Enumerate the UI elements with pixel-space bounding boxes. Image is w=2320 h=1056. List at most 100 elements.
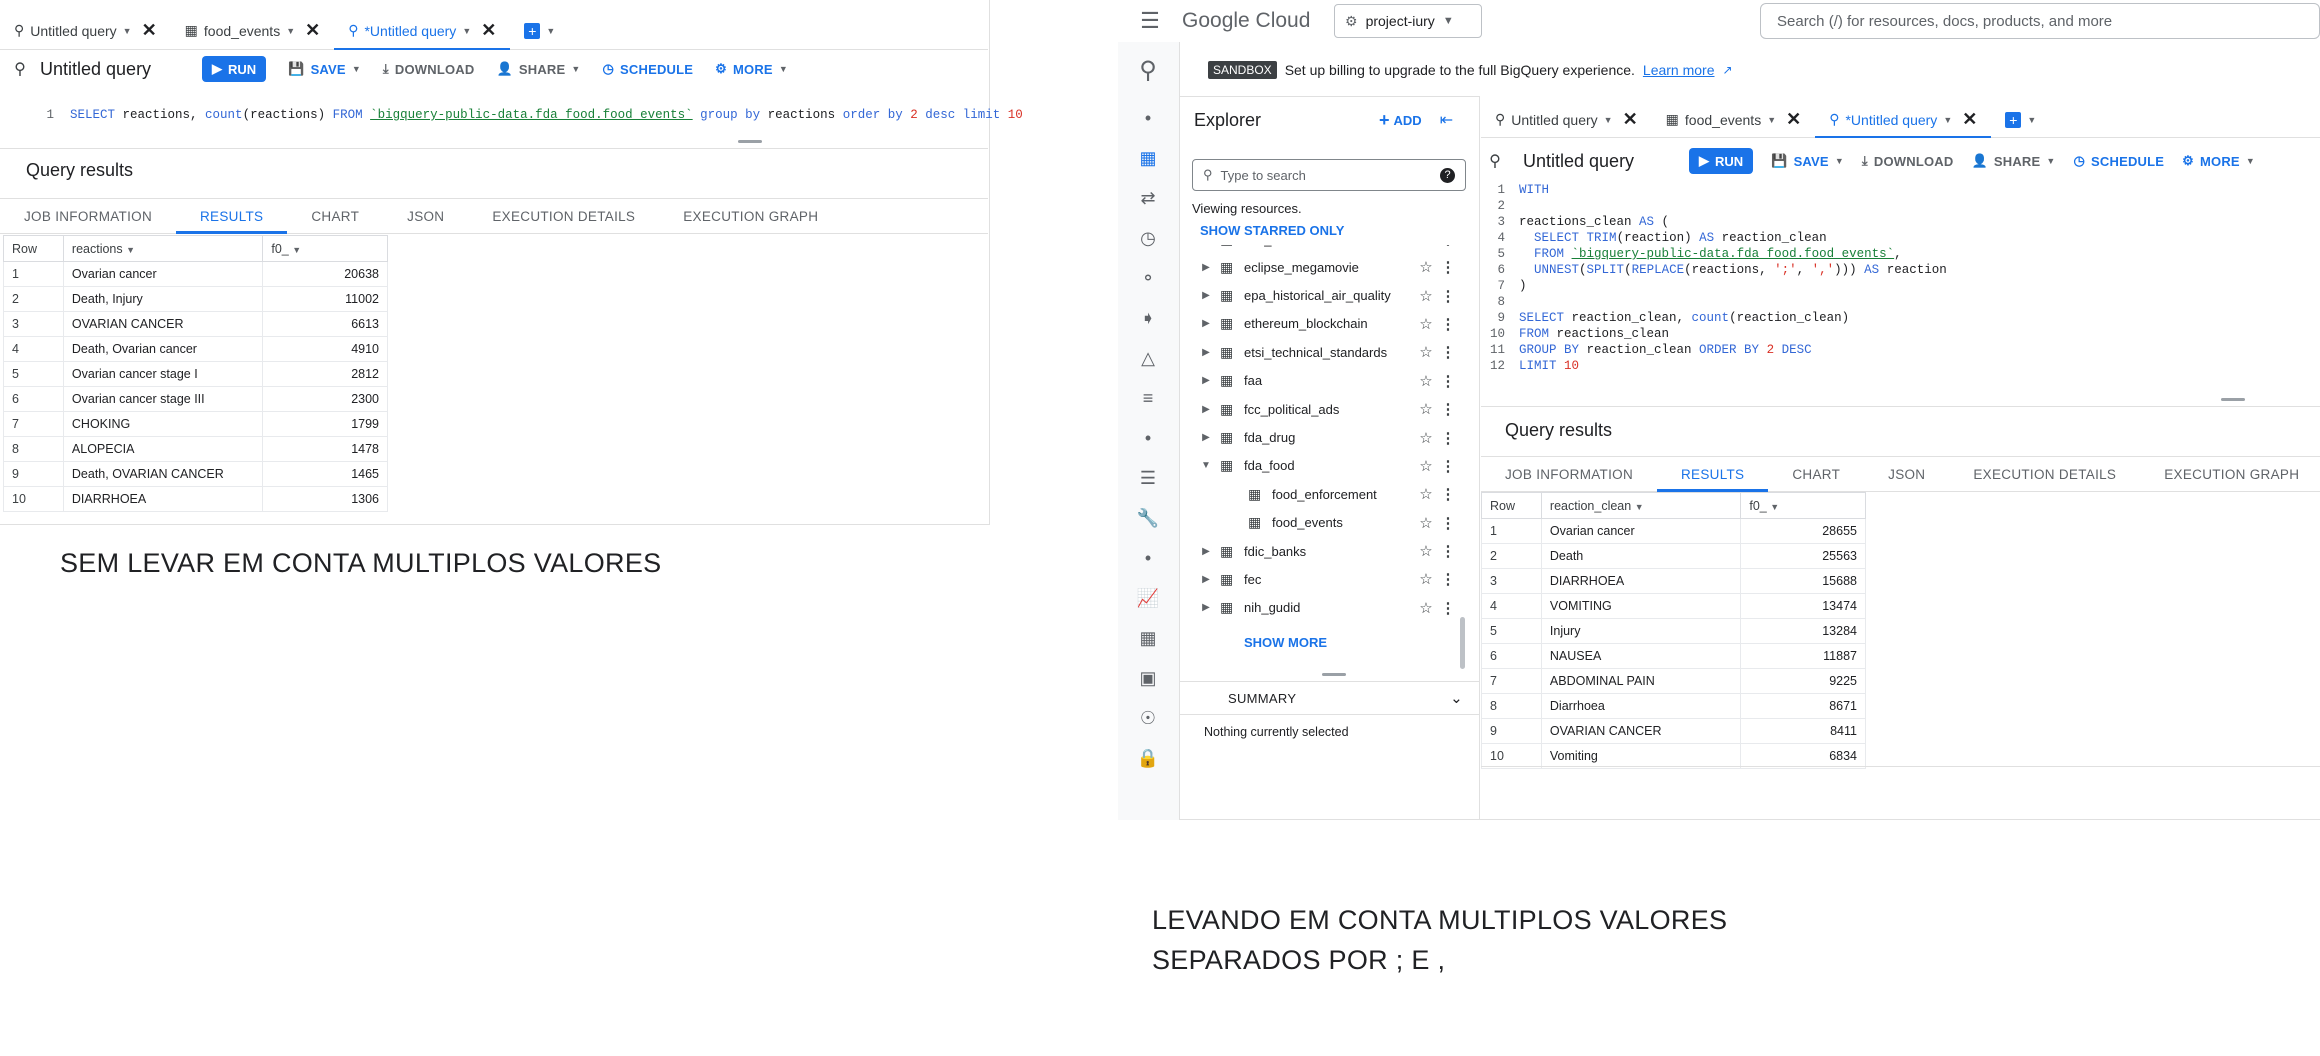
project-picker[interactable]: ⚙ project-iury ▼ bbox=[1334, 4, 1482, 38]
close-icon[interactable]: ✕ bbox=[142, 20, 157, 41]
star-icon[interactable]: ☆ bbox=[1414, 372, 1438, 390]
table-row[interactable]: 9 OVARIAN CANCER 8411 bbox=[1481, 718, 1866, 744]
star-icon[interactable]: ☆ bbox=[1414, 343, 1438, 361]
chevron-down-icon[interactable]: ▼ bbox=[1635, 502, 1644, 512]
column-header-f0[interactable]: f0_ ▼ bbox=[262, 235, 388, 262]
dataform-icon[interactable]: △ bbox=[1118, 338, 1178, 378]
more-vert-icon[interactable]: ⋮ bbox=[1438, 343, 1458, 361]
chevron-down-icon[interactable]: ▼ bbox=[1192, 460, 1220, 471]
explorer-dataset-item[interactable]: ▶ ▦ ethereum_blockchain ☆ ⋮ bbox=[1180, 310, 1465, 338]
resize-handle[interactable] bbox=[738, 140, 762, 143]
table-row[interactable]: 4 Death, Ovarian cancer 4910 bbox=[3, 336, 388, 362]
share-button[interactable]: 👤 SHARE ▼ bbox=[1971, 153, 2055, 169]
more-vert-icon[interactable]: ⋮ bbox=[1438, 429, 1458, 447]
star-icon[interactable]: ☆ bbox=[1414, 429, 1438, 447]
chevron-down-icon[interactable]: ▼ bbox=[2027, 115, 2036, 125]
close-icon[interactable]: ✕ bbox=[1623, 109, 1638, 130]
migration-icon[interactable]: ☉ bbox=[1118, 698, 1178, 738]
run-button[interactable]: ▶ RUN bbox=[202, 56, 267, 82]
chevron-down-icon[interactable]: ⌄ bbox=[1450, 689, 1463, 707]
table-row[interactable]: 5 Injury 13284 bbox=[1481, 618, 1866, 644]
chevron-down-icon[interactable]: ▼ bbox=[1943, 115, 1952, 125]
star-icon[interactable]: ☆ bbox=[1414, 287, 1438, 305]
tab-json[interactable]: JSON bbox=[383, 199, 468, 233]
list-icon[interactable]: ☰ bbox=[1118, 458, 1178, 498]
save-button[interactable]: 💾 SAVE ▼ bbox=[288, 61, 361, 77]
explorer-dataset-item[interactable]: ▶ ▦ epa_historical_air_quality ☆ ⋮ bbox=[1180, 281, 1465, 309]
schedule-button[interactable]: ◷ SCHEDULE bbox=[602, 61, 693, 77]
table-row[interactable]: 3 OVARIAN CANCER 6613 bbox=[3, 311, 388, 337]
table-row[interactable]: 1 Ovarian cancer 20638 bbox=[3, 261, 388, 287]
more-button[interactable]: ⚙ MORE ▼ bbox=[2182, 153, 2255, 169]
more-vert-icon[interactable]: ⋮ bbox=[1438, 400, 1458, 418]
column-header-f0[interactable]: f0_ ▼ bbox=[1740, 492, 1866, 519]
tab-results[interactable]: RESULTS bbox=[1657, 457, 1769, 492]
analytics-hub-icon[interactable]: ⚬ bbox=[1118, 258, 1178, 298]
download-button[interactable]: ⤓ DOWNLOAD bbox=[1862, 153, 1954, 169]
explorer-dataset-item[interactable]: ▶ ▦ fcc_political_ads ☆ ⋮ bbox=[1180, 395, 1465, 423]
table-row[interactable]: 6 Ovarian cancer stage III 2300 bbox=[3, 386, 388, 412]
more-vert-icon[interactable]: ⋮ bbox=[1438, 485, 1458, 503]
explorer-dataset-item[interactable]: ▶ ▦ fdic_banks ☆ ⋮ bbox=[1180, 537, 1465, 565]
left-new-tab[interactable]: + ▼ bbox=[510, 12, 569, 49]
menu-icon[interactable]: ☰ bbox=[1118, 8, 1182, 34]
dataflow-icon[interactable]: ➧ bbox=[1118, 298, 1178, 338]
column-header-reactions[interactable]: reactions ▼ bbox=[62, 235, 264, 262]
explorer-table-item[interactable]: ▦ food_enforcement ☆ ⋮ bbox=[1180, 480, 1465, 508]
chevron-right-icon[interactable]: ▶ bbox=[1192, 262, 1220, 273]
explorer-table-item[interactable]: ▦ food_events ☆ ⋮ bbox=[1180, 509, 1465, 537]
explorer-dataset-item[interactable]: ▶ ▦ fda_drug ☆ ⋮ bbox=[1180, 423, 1465, 451]
partner-center-icon[interactable]: ≡ bbox=[1118, 378, 1178, 418]
add-button[interactable]: + ADD bbox=[1379, 110, 1422, 131]
right-new-tab[interactable]: + ▼ bbox=[1991, 102, 2050, 137]
more-vert-icon[interactable]: ⋮ bbox=[1438, 457, 1458, 475]
chevron-down-icon[interactable]: ▼ bbox=[1604, 115, 1613, 125]
explorer-dataset-item[interactable]: ▼ ▦ fda_food ☆ ⋮ bbox=[1180, 452, 1465, 480]
learn-more-link[interactable]: Learn more bbox=[1643, 62, 1715, 78]
left-sql-editor[interactable]: 1 SELECT reactions, count(reactions) FROM… bbox=[0, 88, 1023, 122]
tab-execution-details[interactable]: EXECUTION DETAILS bbox=[1949, 457, 2140, 491]
tab-chart[interactable]: CHART bbox=[1768, 457, 1864, 491]
more-vert-icon[interactable]: ⋮ bbox=[1438, 542, 1458, 560]
table-row[interactable]: 6 NAUSEA 11887 bbox=[1481, 643, 1866, 669]
right-tab-active-query[interactable]: ⚲ *Untitled query ▼ ✕ bbox=[1815, 102, 1992, 138]
left-tab-food-events[interactable]: ▦ food_events ▼ ✕ bbox=[171, 12, 335, 49]
history-icon[interactable]: ◷ bbox=[1118, 218, 1178, 258]
show-more-link[interactable]: SHOW MORE bbox=[1244, 635, 1327, 650]
share-button[interactable]: 👤 SHARE ▼ bbox=[496, 61, 580, 77]
close-icon[interactable]: ✕ bbox=[305, 20, 320, 41]
table-row[interactable]: 8 Diarrhoea 8671 bbox=[1481, 693, 1866, 719]
right-tab-food-events[interactable]: ▦ food_events ▼ ✕ bbox=[1652, 102, 1816, 137]
table-row[interactable]: 7 ABDOMINAL PAIN 9225 bbox=[1481, 668, 1866, 694]
more-vert-icon[interactable]: ⋮ bbox=[1438, 599, 1458, 617]
chevron-right-icon[interactable]: ▶ bbox=[1192, 574, 1220, 585]
table-row[interactable]: 1 Ovarian cancer 28655 bbox=[1481, 518, 1866, 544]
column-header-reaction-clean[interactable]: reaction_clean ▼ bbox=[1540, 492, 1742, 519]
star-icon[interactable]: ☆ bbox=[1414, 315, 1438, 333]
resize-handle[interactable] bbox=[1322, 673, 1346, 676]
chevron-right-icon[interactable]: ▶ bbox=[1192, 602, 1220, 613]
chevron-right-icon[interactable]: ▶ bbox=[1192, 290, 1220, 301]
chevron-right-icon[interactable]: ▶ bbox=[1192, 347, 1220, 358]
wrench-icon[interactable]: 🔧 bbox=[1118, 498, 1178, 538]
star-icon[interactable]: ☆ bbox=[1414, 485, 1438, 503]
chevron-down-icon[interactable]: ▼ bbox=[1770, 502, 1779, 512]
explorer-dataset-item[interactable]: ▶ ▦ fec ☆ ⋮ bbox=[1180, 565, 1465, 593]
tab-chart[interactable]: CHART bbox=[287, 199, 383, 233]
table-row[interactable]: 4 VOMITING 13474 bbox=[1481, 593, 1866, 619]
star-icon[interactable]: ☆ bbox=[1414, 599, 1438, 617]
tab-execution-graph[interactable]: EXECUTION GRAPH bbox=[2140, 457, 2320, 491]
right-tab-untitled-query[interactable]: ⚲ Untitled query ▼ ✕ bbox=[1481, 102, 1652, 137]
left-tab-untitled-query[interactable]: ⚲ Untitled query ▼ ✕ bbox=[0, 12, 171, 49]
add-tab-icon[interactable]: + bbox=[524, 22, 541, 39]
chevron-down-icon[interactable]: ▼ bbox=[292, 245, 301, 255]
summary-section[interactable]: SUMMARY ⌄ bbox=[1180, 681, 1479, 715]
transfers-icon[interactable]: ⇄ bbox=[1118, 178, 1178, 218]
search-input[interactable]: Search (/) for resources, docs, products… bbox=[1760, 3, 2320, 39]
more-vert-icon[interactable]: ⋮ bbox=[1438, 315, 1458, 333]
table-row[interactable]: 2 Death, Injury 11002 bbox=[3, 286, 388, 312]
close-icon[interactable]: ✕ bbox=[1786, 109, 1801, 130]
google-cloud-logo[interactable]: Google Cloud bbox=[1182, 9, 1334, 33]
chevron-right-icon[interactable]: ▶ bbox=[1192, 404, 1220, 415]
download-button[interactable]: ⤓ DOWNLOAD bbox=[383, 61, 475, 77]
